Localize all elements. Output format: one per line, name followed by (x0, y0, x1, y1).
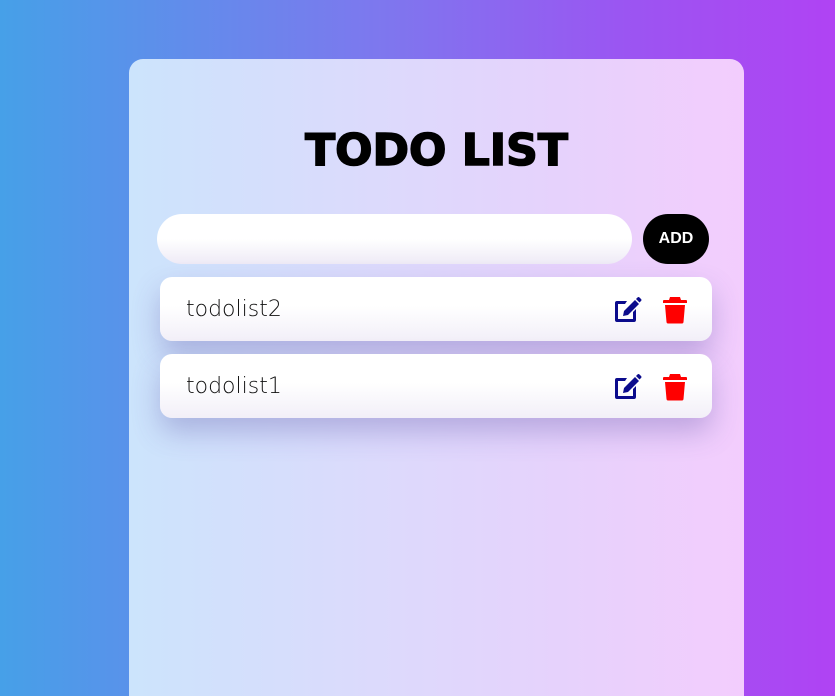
edit-icon[interactable] (612, 372, 642, 402)
list-item: todolist1 (160, 354, 712, 418)
edit-icon[interactable] (612, 295, 642, 325)
todo-list: todolist2 todolist1 (160, 277, 712, 431)
add-button[interactable]: ADD (643, 214, 709, 264)
todo-text: todolist1 (186, 374, 282, 399)
page-title: TODO LIST (304, 124, 568, 177)
trash-icon[interactable] (660, 295, 690, 325)
input-row: ADD (157, 214, 709, 264)
todo-card: TODO LIST ADD todolist2 todolist1 (129, 59, 744, 696)
trash-icon[interactable] (660, 372, 690, 402)
list-item: todolist2 (160, 277, 712, 341)
todo-text: todolist2 (186, 297, 282, 322)
todo-input[interactable] (157, 214, 632, 264)
